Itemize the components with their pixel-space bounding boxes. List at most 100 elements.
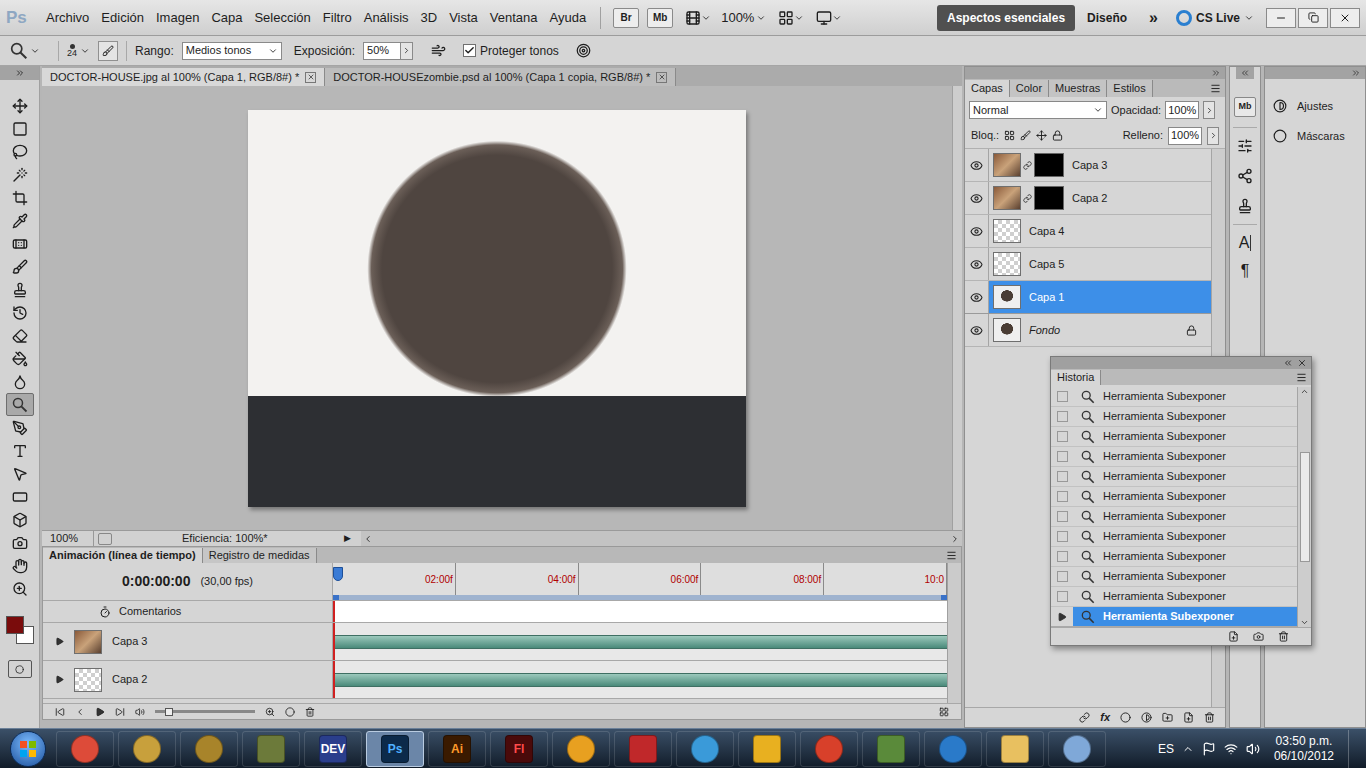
panel-tab[interactable]: Animación (línea de tiempo)	[43, 548, 203, 563]
tool-button[interactable]	[6, 278, 34, 301]
layer-duration-bar[interactable]	[335, 673, 947, 687]
tool-button[interactable]	[6, 485, 34, 508]
frame-view-icon[interactable]	[939, 707, 949, 717]
visibility-toggle[interactable]	[965, 182, 989, 214]
panel-tab[interactable]: Estilos	[1107, 80, 1152, 97]
tool-preset-picker[interactable]	[10, 42, 50, 60]
history-state[interactable]: Herramienta Subexponer	[1051, 587, 1297, 607]
history-panel[interactable]: HistoriaHerramienta SubexponerHerramient…	[1050, 356, 1312, 646]
taskbar-app[interactable]: Ps	[366, 731, 424, 767]
tool-button[interactable]	[6, 117, 34, 140]
time-ruler[interactable]: 02:00f04:00f06:00f08:00f10:0	[333, 563, 947, 600]
zoom-level-select[interactable]: 100%	[721, 8, 766, 28]
more-workspaces-button[interactable]: »	[1139, 6, 1168, 30]
layer-row[interactable]: Capa 4	[965, 215, 1211, 248]
tool-button[interactable]	[6, 462, 34, 485]
network-icon[interactable]	[1224, 742, 1238, 756]
snapshot-source-box[interactable]	[1057, 571, 1068, 582]
taskbar-app[interactable]	[56, 731, 114, 767]
color-swatches[interactable]	[4, 614, 36, 648]
tool-button[interactable]	[6, 508, 34, 531]
layer-row[interactable]: Capa 2	[965, 182, 1211, 215]
history-state[interactable]: Herramienta Subexponer	[1051, 507, 1297, 527]
zoom-in-icon[interactable]	[265, 707, 275, 717]
onion-skin-icon[interactable]	[285, 707, 295, 717]
status-options-button[interactable]	[98, 533, 112, 545]
workspace-button[interactable]: Aspectos esenciales	[937, 5, 1075, 31]
clock[interactable]: 03:50 p.m.06/10/2012	[1268, 734, 1340, 764]
previous-frame-icon[interactable]	[75, 707, 85, 717]
foreground-swatch[interactable]	[6, 616, 24, 634]
layer-duration-bar[interactable]	[335, 635, 947, 649]
menu-item[interactable]: Edición	[95, 6, 150, 30]
screen-mode-button[interactable]	[816, 10, 842, 26]
document-tab[interactable]: DOCTOR-HOUSE.jpg al 100% (Capa 1, RGB/8#…	[42, 68, 325, 86]
taskbar-app[interactable]: Fl	[490, 731, 548, 767]
protect-tones-checkbox[interactable]: Proteger tonos	[463, 42, 559, 60]
tool-button[interactable]	[6, 255, 34, 278]
new-group-icon[interactable]	[1162, 712, 1173, 723]
workspace-button[interactable]: Diseño	[1075, 5, 1139, 31]
layer-row[interactable]: Capa 1	[965, 281, 1211, 314]
zoom-slider[interactable]	[155, 710, 255, 713]
panel-collapse-strip[interactable]	[0, 66, 39, 80]
taskbar-app[interactable]	[242, 731, 300, 767]
snapshot-source-box[interactable]	[1057, 411, 1068, 422]
work-area-bar[interactable]	[333, 595, 947, 600]
visibility-toggle[interactable]	[965, 314, 989, 346]
start-button[interactable]	[0, 731, 56, 767]
show-desktop-button[interactable]	[1348, 730, 1360, 768]
tool-button[interactable]	[6, 163, 34, 186]
menu-item[interactable]: Vista	[443, 6, 484, 30]
arrange-documents-button[interactable]	[778, 10, 804, 26]
tool-button[interactable]	[6, 531, 34, 554]
opacity-slider-button[interactable]	[1203, 101, 1215, 119]
menu-item[interactable]: Imagen	[150, 6, 205, 30]
history-state[interactable]: Herramienta Subexponer	[1051, 547, 1297, 567]
panel-tab[interactable]: Color	[1010, 80, 1049, 97]
play-icon[interactable]	[95, 707, 105, 717]
history-scrollbar[interactable]	[1297, 387, 1311, 627]
brush-picker[interactable]: 24	[67, 44, 90, 58]
taskbar-app[interactable]: Ai	[428, 731, 486, 767]
taskbar-app[interactable]: DEV	[304, 731, 362, 767]
history-state[interactable]: Herramienta Subexponer	[1051, 407, 1297, 427]
horizontal-scrollbar[interactable]	[361, 531, 962, 546]
timeline-layer-row[interactable]: Capa 2	[43, 661, 947, 699]
add-mask-icon[interactable]	[1120, 712, 1131, 723]
snapshot-source-box[interactable]	[1057, 431, 1068, 442]
blend-mode-select[interactable]: Normal	[969, 101, 1107, 119]
timeline-scrollbar[interactable]	[947, 563, 961, 703]
opacity-input[interactable]: 100%	[1165, 101, 1199, 119]
snapshot-source-box[interactable]	[1057, 471, 1068, 482]
layer-mask-thumbnail[interactable]	[1034, 186, 1064, 210]
menu-item[interactable]: Selección	[248, 6, 316, 30]
menu-item[interactable]: Filtro	[317, 6, 358, 30]
language-indicator[interactable]: ES	[1158, 740, 1174, 758]
playhead-icon[interactable]	[333, 567, 343, 581]
taskbar-app[interactable]	[862, 731, 920, 767]
quick-mask-button[interactable]	[8, 660, 32, 678]
vertical-scrollbar[interactable]	[952, 86, 962, 530]
menu-item[interactable]: Archivo	[40, 6, 95, 30]
zoom-field[interactable]: 100%	[42, 530, 94, 547]
current-time[interactable]: 0:00:00:00	[122, 571, 191, 592]
expand-icon[interactable]	[1283, 358, 1293, 368]
menu-item[interactable]: 3D	[415, 6, 444, 30]
dock-panel-button[interactable]: Máscaras	[1265, 121, 1365, 151]
view-extras-button[interactable]	[685, 10, 711, 26]
taskbar-app[interactable]	[614, 731, 672, 767]
snapshot-source-box[interactable]	[1057, 551, 1068, 562]
tool-button[interactable]	[6, 416, 34, 439]
dock-panel-button[interactable]: Ajustes	[1265, 91, 1365, 121]
taskbar-app[interactable]	[738, 731, 796, 767]
clone-source-icon[interactable]	[1237, 198, 1253, 214]
taskbar-app[interactable]	[676, 731, 734, 767]
exposure-slider-button[interactable]	[401, 42, 413, 60]
tool-button[interactable]	[6, 439, 34, 462]
launch-button[interactable]: Br	[613, 8, 639, 28]
layer-row[interactable]: Capa 5	[965, 248, 1211, 281]
visibility-toggle[interactable]	[965, 248, 989, 280]
panel-tab[interactable]: Capas	[965, 80, 1010, 97]
tool-button[interactable]	[6, 577, 34, 600]
